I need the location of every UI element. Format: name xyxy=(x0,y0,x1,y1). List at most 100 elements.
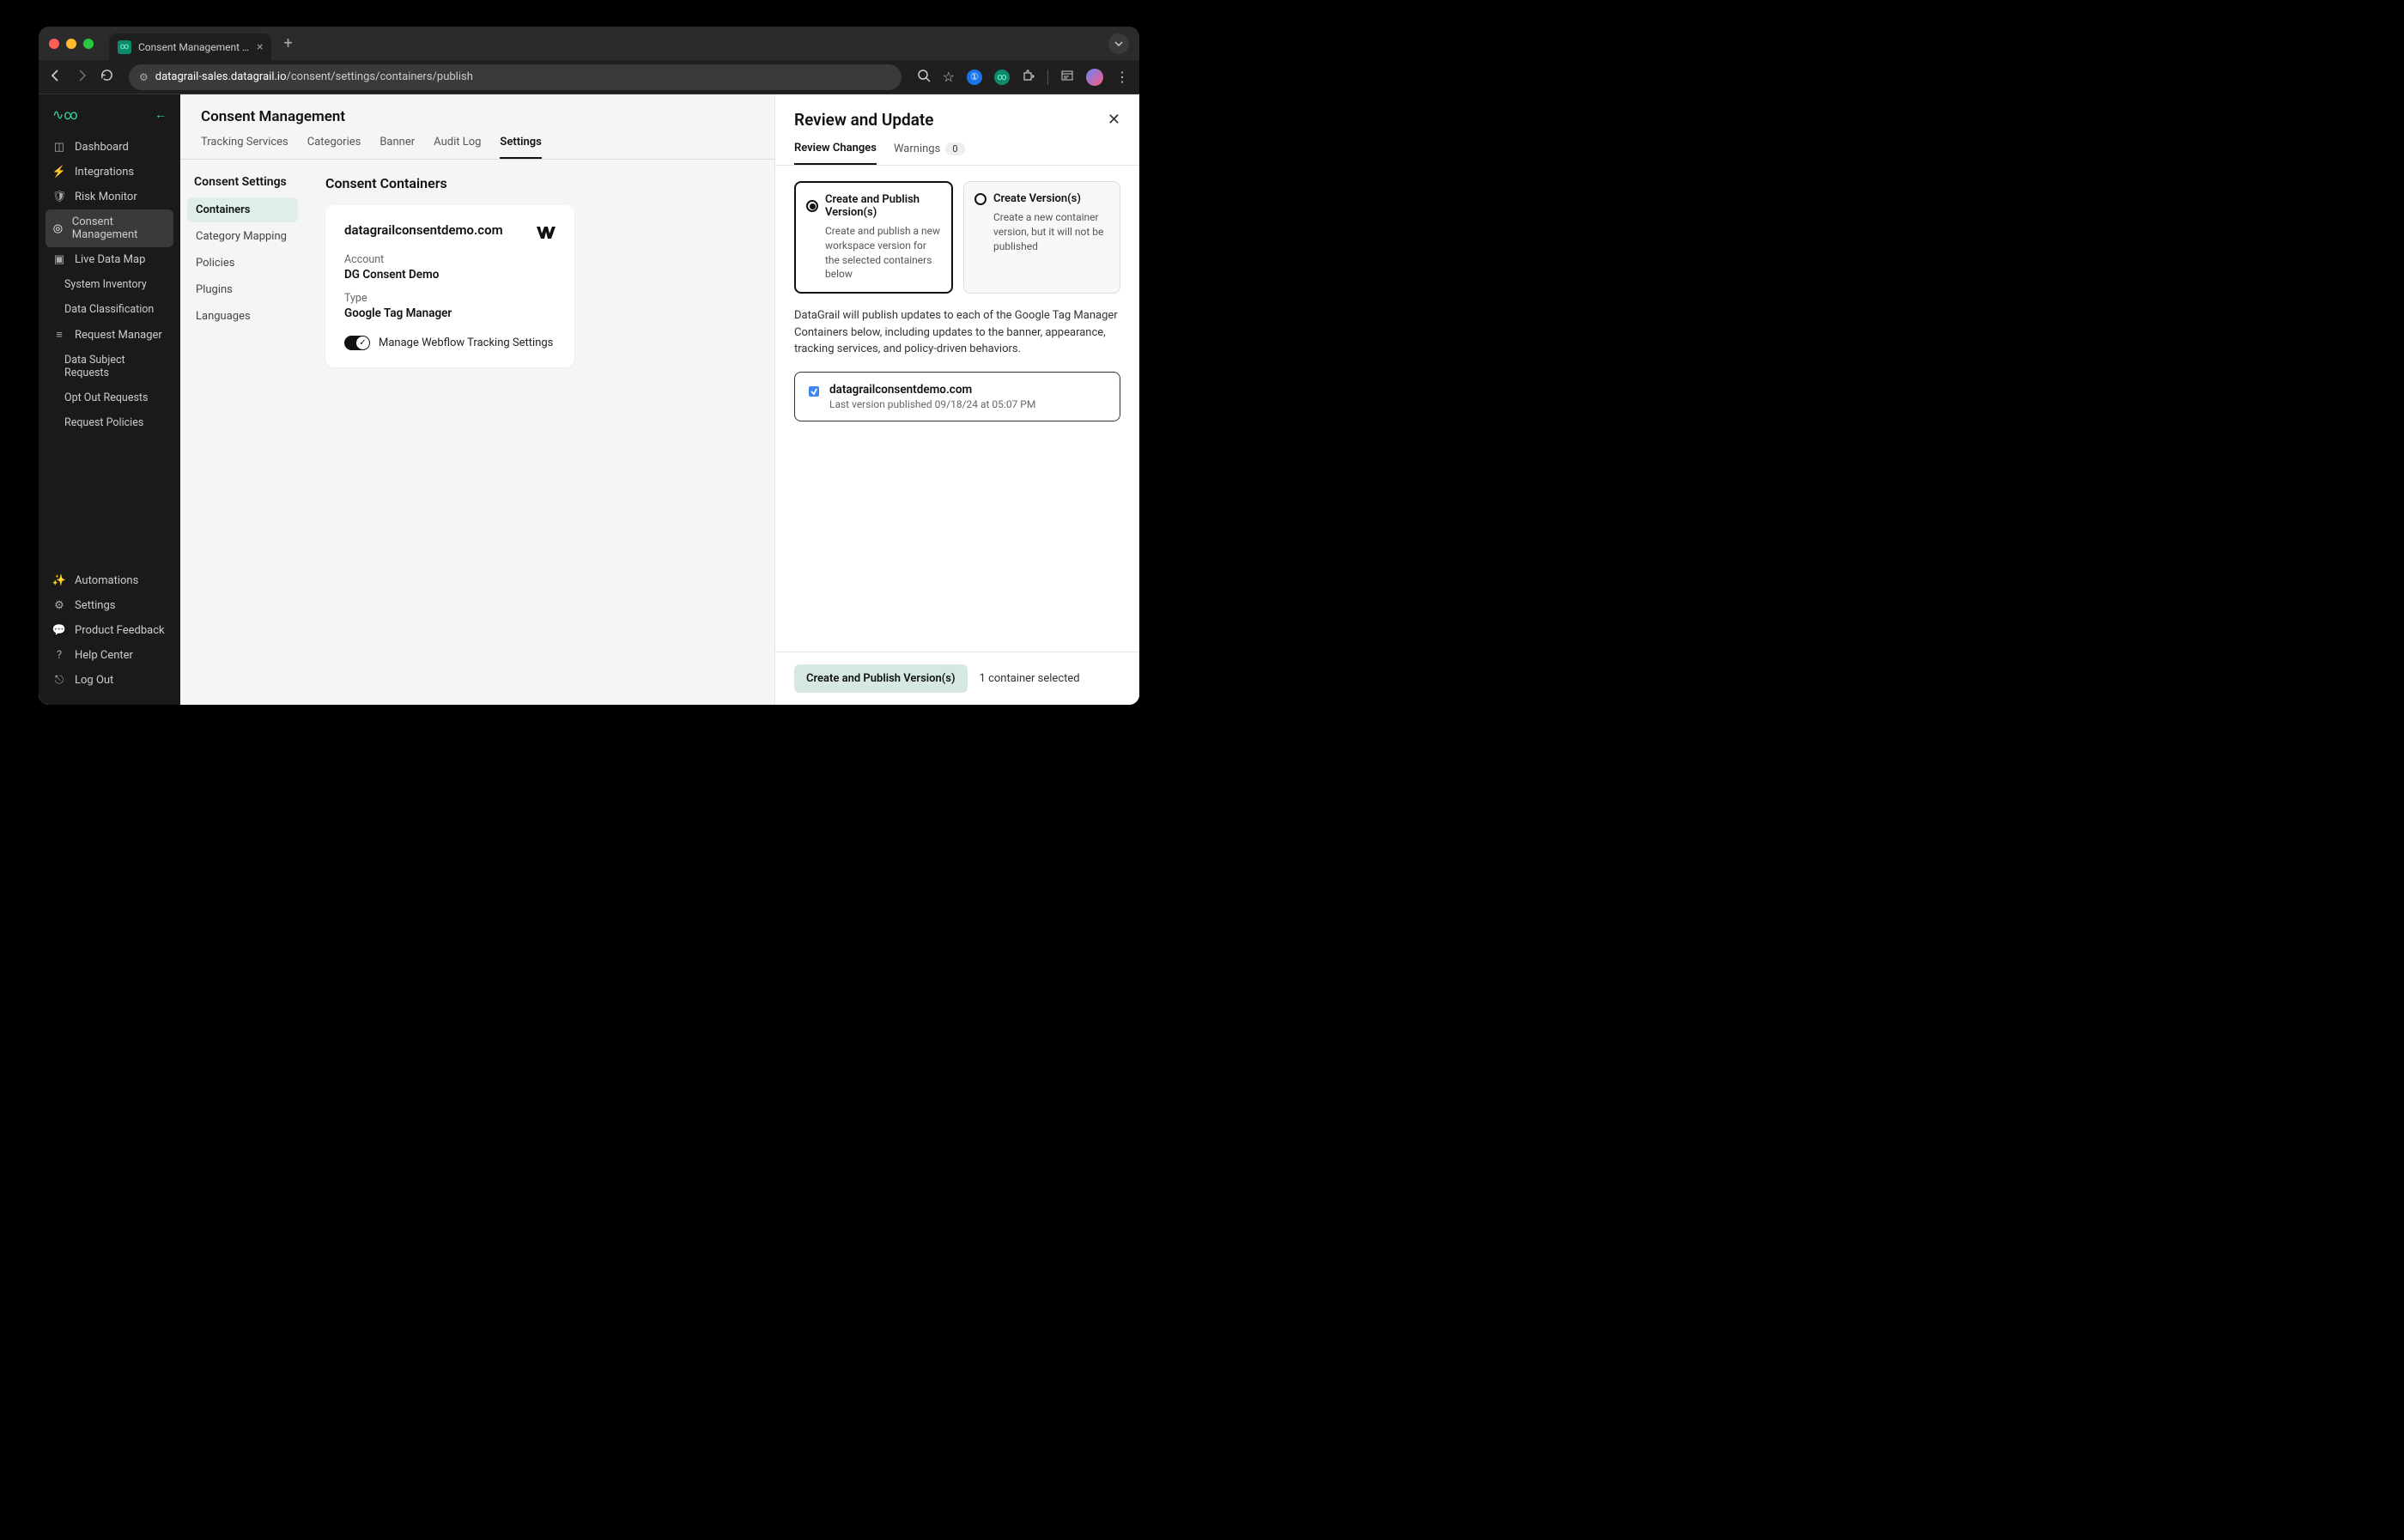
traffic-lights xyxy=(49,39,94,49)
subnav-containers[interactable]: Containers xyxy=(187,197,298,222)
radio-unselected-icon xyxy=(974,193,986,205)
cookie-icon: ◎ xyxy=(52,222,64,235)
divider xyxy=(1047,70,1048,85)
minimize-window-button[interactable] xyxy=(66,39,76,49)
tab-settings[interactable]: Settings xyxy=(500,136,541,159)
subnav-title: Consent Settings xyxy=(187,175,298,189)
subnav-category-mapping[interactable]: Category Mapping xyxy=(187,224,298,249)
new-tab-button[interactable]: + xyxy=(283,34,292,52)
account-value: DG Consent Demo xyxy=(344,268,555,282)
sidebar-item-risk-monitor[interactable]: 🛡Risk Monitor xyxy=(39,185,180,209)
panel-title: Consent Containers xyxy=(325,175,754,191)
subnav-policies[interactable]: Policies xyxy=(187,251,298,276)
sidebar-item-log-out[interactable]: ⎋Log Out xyxy=(39,668,180,693)
bookmark-star-icon[interactable]: ☆ xyxy=(943,69,955,85)
review-title: Review and Update xyxy=(794,110,934,130)
close-tab-button[interactable]: × xyxy=(257,40,263,54)
sidebar-item-opt-out-requests[interactable]: Opt Out Requests xyxy=(39,385,180,410)
container-domain: datagrailconsentdemo.com xyxy=(344,222,503,238)
logo-icon[interactable]: ∿∞ xyxy=(52,106,78,123)
back-button[interactable] xyxy=(49,69,63,86)
review-tab-label: Review Changes xyxy=(794,142,877,155)
browser-tab[interactable]: ∞ Consent Management | DataG… × xyxy=(109,33,271,61)
radio-description: Create a new container version, but it w… xyxy=(974,210,1109,253)
webflow-tracking-toggle[interactable] xyxy=(344,336,370,350)
tab-title: Consent Management | DataG… xyxy=(138,41,250,53)
tab-audit-log[interactable]: Audit Log xyxy=(434,136,481,159)
type-label: Type xyxy=(344,292,555,305)
sidebar-item-integrations[interactable]: ⚡ Integrations xyxy=(39,160,180,185)
profile-avatar[interactable] xyxy=(1086,69,1103,86)
option-create-version[interactable]: Create Version(s) Create a new container… xyxy=(963,181,1120,294)
sidebar-item-label: Log Out xyxy=(75,674,113,687)
sidebar-item-label: Integrations xyxy=(75,166,134,179)
subnav-plugins[interactable]: Plugins xyxy=(187,277,298,302)
extension-datagrail-icon[interactable]: ∞ xyxy=(994,70,1010,85)
sidebar-item-settings[interactable]: ⚙ Settings xyxy=(39,593,180,618)
account-label: Account xyxy=(344,253,555,266)
warnings-count-badge: 0 xyxy=(945,142,964,155)
forward-button[interactable] xyxy=(75,69,88,86)
collapse-sidebar-button[interactable]: ← xyxy=(155,107,167,122)
sidebar-item-system-inventory[interactable]: System Inventory xyxy=(39,272,180,297)
help-icon: ? xyxy=(52,649,66,662)
sidebar-item-label: Automations xyxy=(75,574,138,587)
sidebar-item-data-classification[interactable]: Data Classification xyxy=(39,297,180,322)
selection-count: 1 container selected xyxy=(980,672,1080,685)
page-title: Consent Management xyxy=(201,108,754,125)
sidebar-item-label: Consent Management xyxy=(72,215,160,241)
sidebar-item-label: Live Data Map xyxy=(75,253,145,266)
site-info-icon[interactable]: ⚙ xyxy=(139,71,149,83)
sidebar-item-request-policies[interactable]: Request Policies xyxy=(39,410,180,435)
create-and-publish-button[interactable]: Create and Publish Version(s) xyxy=(794,664,968,693)
sidebar-item-label: Request Policies xyxy=(64,416,143,429)
gear-icon: ⚙ xyxy=(52,599,66,612)
subnav-languages[interactable]: Languages xyxy=(187,304,298,329)
settings-subnav: Consent Settings Containers Category Map… xyxy=(180,160,305,705)
review-tab-changes[interactable]: Review Changes xyxy=(794,142,877,165)
review-info-text: DataGrail will publish updates to each o… xyxy=(794,307,1120,358)
browser-menu-button[interactable]: ⋮ xyxy=(1115,69,1129,85)
zoom-icon[interactable] xyxy=(917,69,931,86)
sidebar-item-label: Help Center xyxy=(75,649,133,662)
tabs-dropdown-button[interactable] xyxy=(1108,33,1129,54)
sidebar-item-automations[interactable]: ✨ Automations xyxy=(39,568,180,593)
extensions-button[interactable] xyxy=(1022,69,1035,86)
toggle-label: Manage Webflow Tracking Settings xyxy=(379,336,553,349)
browser-toolbar: ⚙ datagrail-sales.datagrail.io/consent/s… xyxy=(39,60,1139,94)
url-bar[interactable]: ⚙ datagrail-sales.datagrail.io/consent/s… xyxy=(129,64,902,90)
bolt-icon: ⚡ xyxy=(52,166,66,179)
tab-banner[interactable]: Banner xyxy=(379,136,415,159)
reload-button[interactable] xyxy=(100,69,113,85)
sidebar-item-label: Settings xyxy=(75,599,115,612)
container-selection-item[interactable]: datagrailconsentdemo.com Last version pu… xyxy=(794,372,1120,421)
map-icon: ▣ xyxy=(52,253,66,266)
sidebar-item-live-data-map[interactable]: ▣ Live Data Map xyxy=(39,247,180,272)
tab-tracking-services[interactable]: Tracking Services xyxy=(201,136,288,159)
sidebar-item-product-feedback[interactable]: 💬Product Feedback xyxy=(39,618,180,643)
container-card[interactable]: datagrailconsentdemo.com Account DG Cons… xyxy=(325,205,574,367)
dashboard-icon: ◫ xyxy=(52,141,66,154)
container-item-subtitle: Last version published 09/18/24 at 05:07… xyxy=(829,398,1035,410)
sidebar-item-label: Request Manager xyxy=(75,329,162,342)
tab-categories[interactable]: Categories xyxy=(307,136,361,159)
maximize-window-button[interactable] xyxy=(83,39,94,49)
close-panel-button[interactable]: ✕ xyxy=(1108,111,1120,129)
sidebar-item-help-center[interactable]: ? Help Center xyxy=(39,643,180,668)
sidebar-item-data-subject-requests[interactable]: Data Subject Requests xyxy=(39,348,180,385)
side-panel-button[interactable] xyxy=(1060,69,1074,86)
webflow-icon xyxy=(537,222,555,243)
sidebar-item-label: Risk Monitor xyxy=(75,191,137,203)
review-tab-warnings[interactable]: Warnings0 xyxy=(894,142,965,165)
close-window-button[interactable] xyxy=(49,39,59,49)
wand-icon: ✨ xyxy=(52,574,66,587)
sidebar-item-consent-management[interactable]: ◎ Consent Management xyxy=(46,209,173,247)
sidebar-item-label: System Inventory xyxy=(64,278,147,291)
option-create-and-publish[interactable]: Create and Publish Version(s) Create and… xyxy=(794,181,953,294)
chat-icon: 💬 xyxy=(52,624,66,637)
app-sidebar: ∿∞ ← ◫Dashboard ⚡ Integrations 🛡Risk Moni… xyxy=(39,94,180,705)
sidebar-item-request-manager[interactable]: ≡Request Manager xyxy=(39,322,180,348)
extension-1password-icon[interactable]: ① xyxy=(967,70,982,85)
sidebar-item-dashboard[interactable]: ◫Dashboard xyxy=(39,135,180,160)
radio-title: Create and Publish Version(s) xyxy=(825,193,941,219)
